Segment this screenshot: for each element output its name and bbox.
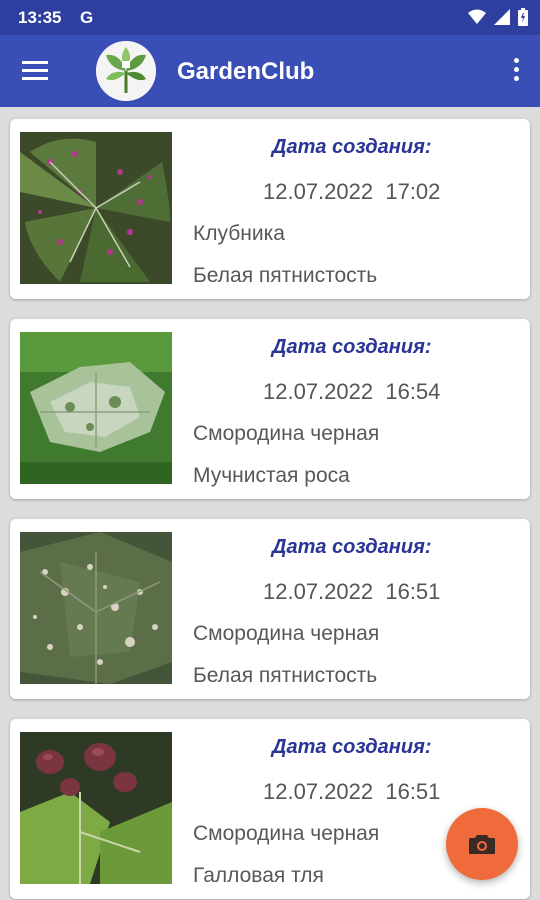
- disease-name: Белая пятнистость: [193, 664, 378, 687]
- disease-name: Белая пятнистость: [193, 264, 378, 287]
- plant-name: Смородина черная: [193, 822, 380, 845]
- camera-icon: [469, 835, 495, 854]
- created-datetime: 12.07.2022 17:02: [263, 179, 440, 205]
- disease-name: Галловая тля: [193, 864, 324, 887]
- status-bar: 13:35 G: [0, 0, 540, 35]
- battery-icon: [518, 8, 528, 26]
- record-card[interactable]: Дата создания: 12.07.2022 16:51 Смородин…: [10, 519, 530, 699]
- records-list[interactable]: Дата создания: 12.07.2022 17:02 Клубника…: [0, 107, 540, 900]
- created-date: 12.07.2022: [263, 379, 374, 404]
- disease-name: Мучнистая роса: [193, 464, 350, 487]
- status-time: 13:35: [18, 8, 62, 27]
- created-time: 16:54: [385, 379, 441, 404]
- created-datetime: 12.07.2022 16:54: [263, 379, 440, 405]
- created-label: Дата создания:: [272, 336, 432, 358]
- signal-icon: [494, 9, 510, 25]
- record-card[interactable]: Дата создания: 12.07.2022 16:51 Смородин…: [10, 719, 530, 899]
- strawberry-leaf-image: [20, 132, 172, 284]
- currant-leaf-image: [20, 332, 172, 484]
- hamburger-menu-icon[interactable]: [22, 61, 48, 81]
- plant-name: Смородина черная: [193, 422, 380, 445]
- created-date: 12.07.2022: [263, 579, 374, 604]
- app-title: GardenClub: [177, 58, 315, 85]
- plant-name: Смородина черная: [193, 622, 380, 645]
- status-icons: [468, 8, 528, 26]
- created-time: 16:51: [385, 579, 441, 604]
- created-label: Дата создания:: [272, 136, 432, 158]
- currant-leaf-image: [20, 732, 172, 884]
- created-datetime: 12.07.2022 16:51: [263, 779, 440, 805]
- wifi-icon: [468, 9, 486, 24]
- created-date: 12.07.2022: [263, 179, 374, 204]
- record-card[interactable]: Дата создания: 12.07.2022 16:54 Смородин…: [10, 319, 530, 499]
- more-vert-icon[interactable]: [514, 58, 520, 84]
- created-datetime: 12.07.2022 16:51: [263, 579, 440, 605]
- record-card[interactable]: Дата создания: 12.07.2022 17:02 Клубника…: [10, 119, 530, 299]
- google-icon: G: [80, 8, 94, 27]
- plant-name: Клубника: [193, 222, 285, 245]
- currant-leaf-image: [20, 532, 172, 684]
- app-logo: [96, 41, 156, 101]
- created-date: 12.07.2022: [263, 779, 374, 804]
- created-label: Дата создания:: [272, 536, 432, 558]
- created-label: Дата создания:: [272, 736, 432, 758]
- created-time: 16:51: [385, 779, 441, 804]
- app-bar: GardenClub: [0, 35, 540, 107]
- created-time: 17:02: [385, 179, 441, 204]
- camera-button[interactable]: [446, 808, 518, 880]
